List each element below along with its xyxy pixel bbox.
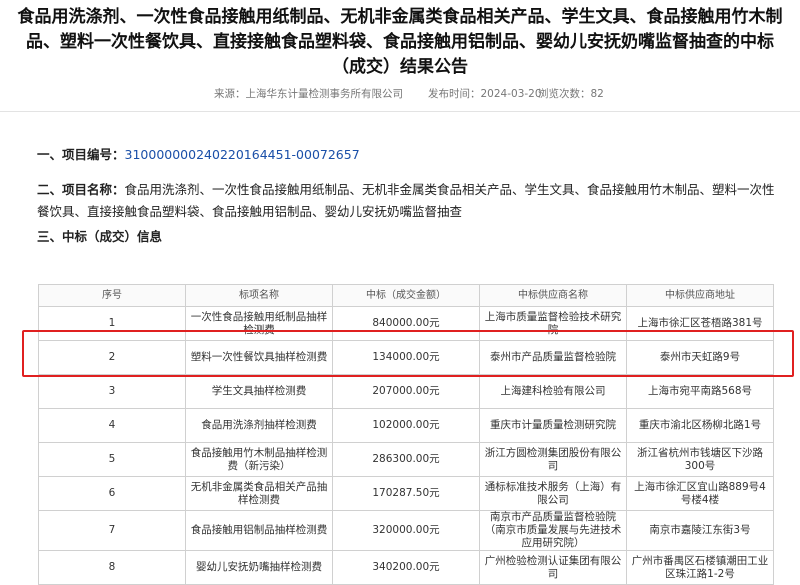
cell-address: 重庆市渝北区杨柳北路1号 <box>626 408 774 443</box>
project-number-label: 一、项目编号： <box>37 147 125 162</box>
cell-supplier: 上海建科检验有限公司 <box>479 374 627 409</box>
cell-item: 食品用洗涤剂抽样检测费 <box>185 408 333 443</box>
cell-amount: 170287.50元 <box>332 476 480 511</box>
cell-item: 婴幼儿安抚奶嘴抽样检测费 <box>185 550 333 585</box>
publish-time: 发布时间：2024-03-20 <box>428 88 542 100</box>
col-header-address: 中标供应商地址 <box>626 284 774 307</box>
cell-address: 上海市宛平南路568号 <box>626 374 774 409</box>
cell-index: 3 <box>38 374 186 409</box>
cell-amount: 102000.00元 <box>332 408 480 443</box>
cell-address: 浙江省杭州市钱塘区下沙路300号 <box>626 442 774 477</box>
table-row: 3 学生文具抽样检测费 207000.00元 上海建科检验有限公司 上海市宛平南… <box>38 374 774 409</box>
cell-item: 食品接触用竹木制品抽样检测费（新污染） <box>185 442 333 477</box>
cell-item: 学生文具抽样检测费 <box>185 374 333 409</box>
project-number-value: 310000000240220164451-00072657 <box>124 147 360 162</box>
cell-index: 5 <box>38 442 186 477</box>
project-number-line: 一、项目编号：310000000240220164451-00072657 <box>37 144 360 166</box>
cell-item: 无机非金属类食品相关产品抽样检测费 <box>185 476 333 511</box>
cell-supplier: 通标标准技术服务（上海）有限公司 <box>479 476 627 511</box>
col-header-amount: 中标（成交金额） <box>332 284 480 307</box>
cell-address: 上海市徐汇区宜山路889号4号楼4楼 <box>626 476 774 511</box>
cell-supplier: 浙江方圆检测集团股份有限公司 <box>479 442 627 477</box>
cell-address: 南京市嘉陵江东街3号 <box>626 510 774 551</box>
cell-index: 7 <box>38 510 186 551</box>
cell-amount: 286300.00元 <box>332 442 480 477</box>
cell-supplier: 重庆市计量质量检测研究院 <box>479 408 627 443</box>
article-title: 食品用洗涤剂、一次性食品接触用纸制品、无机非金属类食品相关产品、学生文具、食品接… <box>17 7 783 77</box>
view-count: 浏览次数：82 <box>538 88 604 100</box>
cell-amount: 207000.00元 <box>332 374 480 409</box>
table-header-row: 序号 标项名称 中标（成交金额） 中标供应商名称 中标供应商地址 <box>38 284 774 307</box>
col-header-supplier: 中标供应商名称 <box>479 284 627 307</box>
table-row: 8 婴幼儿安抚奶嘴抽样检测费 340200.00元 广州检验检测认证集团有限公司… <box>38 550 774 585</box>
project-name-label: 二、项目名称： <box>37 182 125 197</box>
cell-amount: 320000.00元 <box>332 510 480 551</box>
cell-supplier: 南京市产品质量监督检验院（南京市质量发展与先进技术应用研究院） <box>479 510 627 551</box>
project-name-line: 二、项目名称：食品用洗涤剂、一次性食品接触用纸制品、无机非金属类食品相关产品、学… <box>37 179 782 223</box>
highlight-box <box>22 330 794 377</box>
col-header-item: 标项名称 <box>185 284 333 307</box>
cell-index: 6 <box>38 476 186 511</box>
table-row: 6 无机非金属类食品相关产品抽样检测费 170287.50元 通标标准技术服务（… <box>38 476 774 511</box>
cell-item: 食品接触用铝制品抽样检测费 <box>185 510 333 551</box>
project-name-value: 食品用洗涤剂、一次性食品接触用纸制品、无机非金属类食品相关产品、学生文具、食品接… <box>37 182 775 219</box>
award-info-heading: 三、中标（成交）信息 <box>37 229 163 244</box>
col-header-index: 序号 <box>38 284 186 307</box>
divider <box>0 111 800 112</box>
table-row: 4 食品用洗涤剂抽样检测费 102000.00元 重庆市计量质量检测研究院 重庆… <box>38 408 774 443</box>
table-row: 7 食品接触用铝制品抽样检测费 320000.00元 南京市产品质量监督检验院（… <box>38 510 774 551</box>
cell-index: 4 <box>38 408 186 443</box>
cell-supplier: 广州检验检测认证集团有限公司 <box>479 550 627 585</box>
source-text: 来源：上海华东计量检测事务所有限公司 <box>214 88 403 100</box>
cell-index: 8 <box>38 550 186 585</box>
cell-amount: 340200.00元 <box>332 550 480 585</box>
cell-address: 广州市番禺区石楼镇潮田工业区珠江路1-2号 <box>626 550 774 585</box>
table-row: 5 食品接触用竹木制品抽样检测费（新污染） 286300.00元 浙江方圆检测集… <box>38 442 774 477</box>
